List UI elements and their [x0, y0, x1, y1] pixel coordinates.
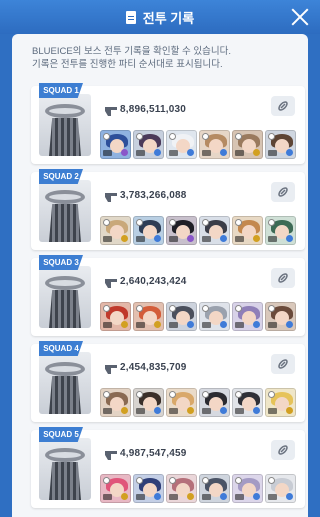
member-portraits	[100, 130, 296, 159]
squad-label: SQUAD 1	[39, 83, 83, 98]
member-portraits	[100, 388, 296, 417]
member-portrait[interactable]	[199, 302, 230, 331]
member-portrait[interactable]	[100, 388, 131, 417]
link-button[interactable]	[271, 354, 295, 374]
member-portrait[interactable]	[265, 474, 296, 503]
member-portrait[interactable]	[232, 216, 263, 245]
member-portrait[interactable]	[133, 388, 164, 417]
member-portrait[interactable]	[100, 216, 131, 245]
squad-card: SQUAD 4 2,454,835,709	[31, 341, 305, 422]
link-button[interactable]	[271, 268, 295, 288]
member-portrait[interactable]	[100, 474, 131, 503]
member-portrait[interactable]	[199, 216, 230, 245]
squad-label: SQUAD 2	[39, 169, 83, 184]
member-portrait[interactable]	[166, 388, 197, 417]
intro-line-2: 기록은 전투를 진행한 파티 순서대로 표시됩니다.	[32, 59, 223, 70]
member-portrait[interactable]	[199, 388, 230, 417]
link-button[interactable]	[271, 182, 295, 202]
score-arrow-icon	[105, 193, 117, 202]
link-icon	[278, 187, 288, 197]
intro-text: BLUEICE의 보스 전투 기록을 확인할 수 있습니다. 기록은 전투를 진…	[12, 34, 308, 71]
member-portraits	[100, 474, 296, 503]
boss-portrait	[39, 180, 91, 242]
link-icon	[278, 273, 288, 283]
squad-score: 8,896,511,030	[120, 104, 186, 115]
member-portrait[interactable]	[133, 474, 164, 503]
member-portrait[interactable]	[133, 302, 164, 331]
squad-score: 2,454,835,709	[120, 362, 187, 373]
link-icon	[278, 445, 288, 455]
squad-label: SQUAD 5	[39, 427, 83, 442]
member-portraits	[100, 302, 296, 331]
squad-score: 4,987,547,459	[120, 448, 187, 459]
member-portrait[interactable]	[232, 302, 263, 331]
document-icon	[125, 10, 136, 24]
squad-label: SQUAD 4	[39, 341, 83, 356]
boss-portrait	[39, 438, 91, 500]
member-portrait[interactable]	[166, 216, 197, 245]
score-arrow-icon	[105, 107, 117, 116]
member-portraits	[100, 216, 296, 245]
member-portrait[interactable]	[265, 302, 296, 331]
member-portrait[interactable]	[100, 130, 131, 159]
squad-card: SQUAD 3 2,640,243,424	[31, 255, 305, 336]
member-portrait[interactable]	[232, 130, 263, 159]
battle-record-panel: BLUEICE의 보스 전투 기록을 확인할 수 있습니다. 기록은 전투를 진…	[12, 34, 308, 517]
intro-line-1: BLUEICE의 보스 전투 기록을 확인할 수 있습니다.	[32, 46, 231, 57]
link-button[interactable]	[271, 96, 295, 116]
squad-score: 2,640,243,424	[120, 276, 187, 287]
header-bar: 전투 기록	[0, 0, 320, 34]
squad-card: SQUAD 5 4,987,547,459	[31, 427, 305, 508]
squad-label: SQUAD 3	[39, 255, 83, 270]
member-portrait[interactable]	[232, 388, 263, 417]
page-title: 전투 기록	[142, 10, 195, 26]
link-icon	[278, 359, 288, 369]
member-portrait[interactable]	[265, 130, 296, 159]
member-portrait[interactable]	[166, 474, 197, 503]
score-arrow-icon	[105, 279, 117, 288]
score-arrow-icon	[105, 451, 117, 460]
boss-portrait	[39, 352, 91, 414]
member-portrait[interactable]	[265, 388, 296, 417]
link-button[interactable]	[271, 440, 295, 460]
boss-portrait	[39, 94, 91, 156]
member-portrait[interactable]	[133, 130, 164, 159]
member-portrait[interactable]	[133, 216, 164, 245]
squad-card: SQUAD 1 8,896,511,030	[31, 83, 305, 164]
member-portrait[interactable]	[166, 130, 197, 159]
member-portrait[interactable]	[100, 302, 131, 331]
member-portrait[interactable]	[199, 474, 230, 503]
close-icon[interactable]	[290, 7, 310, 27]
member-portrait[interactable]	[265, 216, 296, 245]
squad-score: 3,783,266,088	[120, 190, 187, 201]
score-arrow-icon	[105, 365, 117, 374]
member-portrait[interactable]	[199, 130, 230, 159]
boss-portrait	[39, 266, 91, 328]
link-icon	[278, 101, 288, 111]
squad-card: SQUAD 2 3,783,266,088	[31, 169, 305, 250]
member-portrait[interactable]	[232, 474, 263, 503]
member-portrait[interactable]	[166, 302, 197, 331]
